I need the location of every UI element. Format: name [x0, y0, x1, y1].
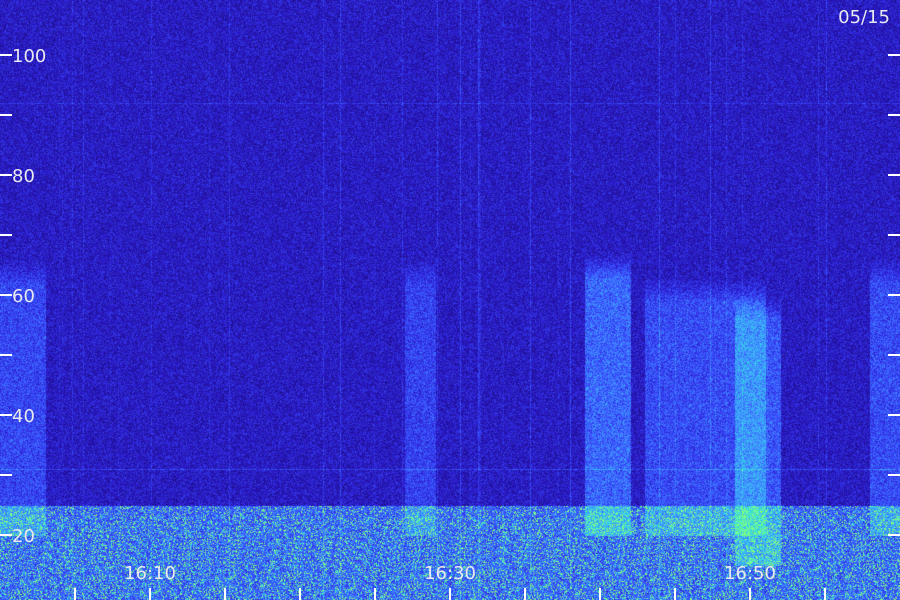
x-tick-label: 16:50 [724, 563, 776, 584]
y-tick-label: 20 [12, 526, 35, 547]
y-tick-label: 100 [12, 46, 46, 67]
date-label: 05/15 [838, 7, 890, 28]
x-tick-label: 16:10 [124, 563, 176, 584]
y-tick-label: 40 [12, 406, 35, 427]
x-axis-ticks: 16:10 16:30 16:50 [74, 563, 826, 600]
x-tick-label: 16:30 [424, 563, 476, 584]
axis-overlay: 20 40 60 80 100 16:10 16:30 16:50 05/15 [0, 7, 900, 600]
y-axis-ticks: 20 40 60 80 100 [0, 46, 900, 547]
y-tick-label: 80 [12, 166, 35, 187]
y-tick-label: 60 [12, 286, 35, 307]
spectrogram-chart: 20 40 60 80 100 16:10 16:30 16:50 05/15 [0, 0, 900, 600]
